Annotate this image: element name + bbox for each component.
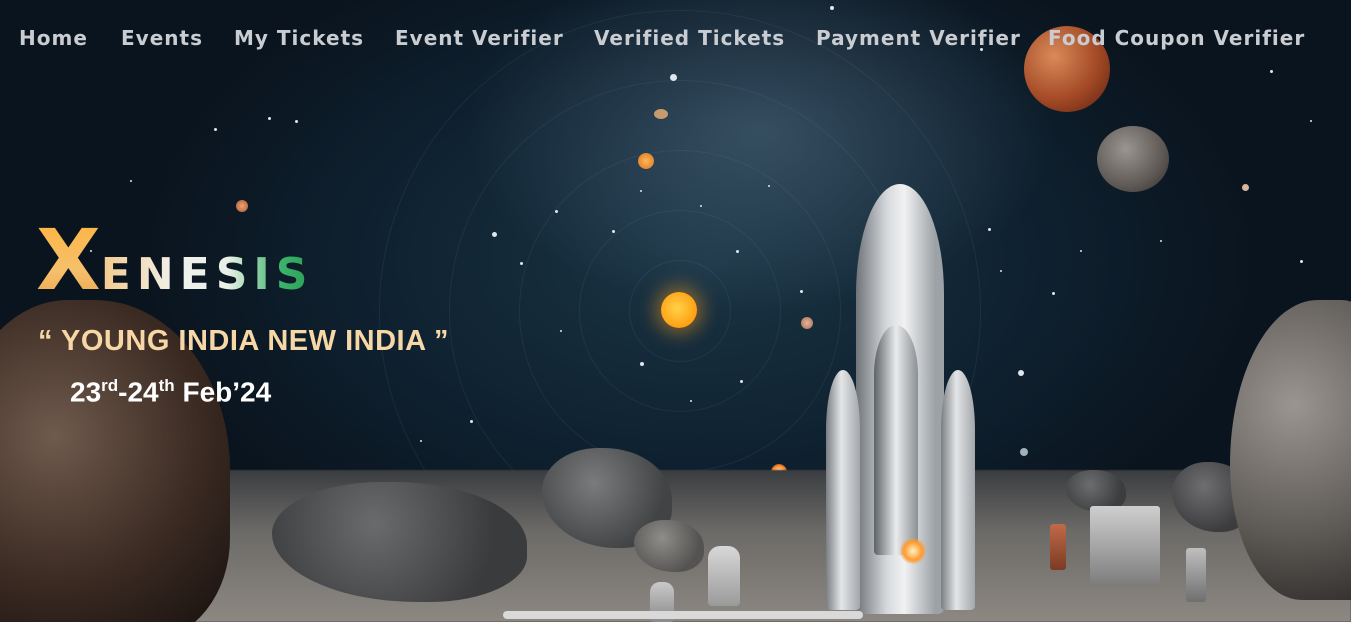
- top-navigation: Home Events My Tickets Event Verifier Ve…: [0, 26, 1351, 56]
- rocket-booster-right: [941, 370, 975, 610]
- robot-figure: [1186, 548, 1206, 602]
- hero-background: Home Events My Tickets Event Verifier Ve…: [0, 0, 1351, 622]
- glowing-orb: [801, 317, 813, 329]
- event-dates: 23rd-24th Feb’24: [70, 376, 271, 408]
- nav-payment-verifier[interactable]: Payment Verifier: [816, 26, 1021, 50]
- grey-moon: [1097, 126, 1169, 192]
- robot-figure: [1050, 524, 1066, 570]
- nav-event-verifier[interactable]: Event Verifier: [395, 26, 564, 50]
- nav-home[interactable]: Home: [19, 26, 88, 50]
- brand-logo: XENESIS: [36, 218, 313, 302]
- glowing-orb: [236, 200, 248, 212]
- ringed-planet: [654, 109, 668, 119]
- tagline: “ YOUNG INDIA NEW INDIA ”: [38, 325, 449, 357]
- horizontal-scrollbar[interactable]: [503, 611, 863, 619]
- brand-initial: X: [36, 211, 101, 309]
- nav-my-tickets[interactable]: My Tickets: [234, 26, 364, 50]
- rock-right-cliff: [1230, 300, 1351, 600]
- rocket-flame: [900, 538, 926, 564]
- date-day2-suffix: th: [158, 376, 175, 395]
- rocket-booster-left: [826, 370, 860, 610]
- nav-verified-tickets[interactable]: Verified Tickets: [594, 26, 785, 50]
- nav-food-coupon-verifier[interactable]: Food Coupon Verifier: [1048, 26, 1305, 50]
- brand-name: ENESIS: [100, 249, 314, 300]
- rocket-shuttle: [874, 325, 918, 555]
- date-day1-suffix: rd: [101, 376, 119, 395]
- sun-icon: [661, 292, 697, 328]
- nav-events[interactable]: Events: [121, 26, 203, 50]
- date-day1: 23: [70, 376, 102, 408]
- robot-figure: [1090, 506, 1160, 584]
- date-day2: 24: [127, 376, 159, 408]
- date-month-year: Feb’24: [174, 376, 272, 408]
- astronaut-figure: [708, 546, 740, 606]
- small-planet: [638, 153, 654, 169]
